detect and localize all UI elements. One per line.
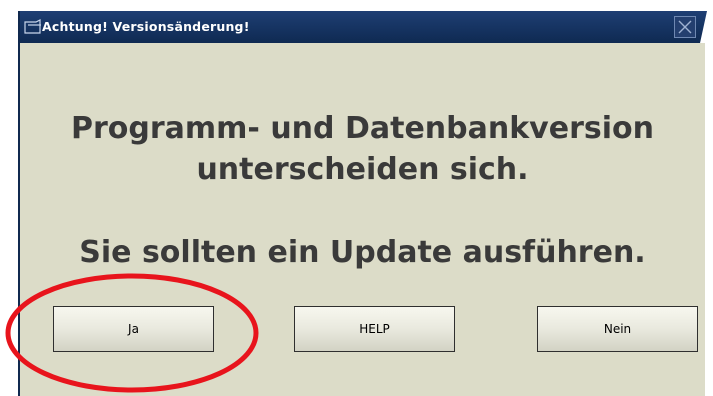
close-icon [675, 17, 695, 37]
dialog-window-icon [24, 19, 42, 35]
window-title: Achtung! Versionsänderung! [42, 19, 250, 34]
help-button[interactable]: HELP [294, 306, 455, 352]
close-button[interactable] [674, 16, 696, 38]
no-button[interactable]: Nein [537, 306, 698, 352]
title-bar-corner-decoration [700, 11, 707, 43]
message-line-2: unterscheiden sich. [196, 152, 529, 187]
title-bar[interactable]: Achtung! Versionsänderung! [20, 11, 707, 43]
yes-button[interactable]: Ja [53, 306, 214, 352]
version-change-dialog: Achtung! Versionsänderung! Programm- und… [18, 11, 707, 396]
message-line-1: Programm- und Datenbankversion [71, 111, 654, 146]
message-line-3: Sie sollten ein Update ausführen. [79, 235, 646, 270]
